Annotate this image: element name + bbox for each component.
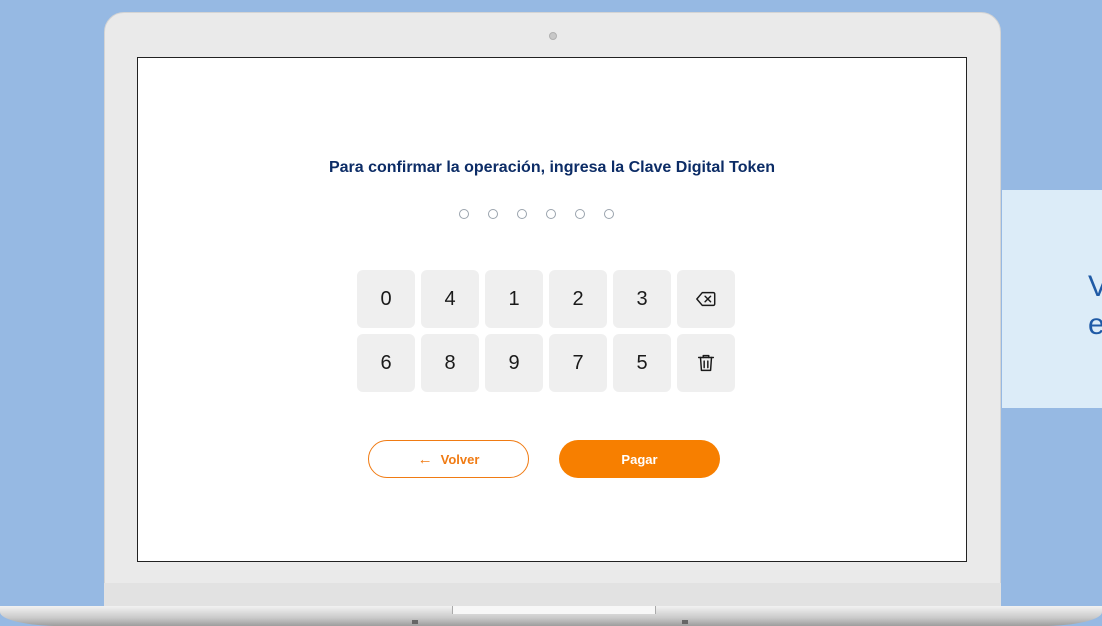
pin-dot bbox=[604, 209, 614, 219]
pin-indicator bbox=[459, 209, 614, 223]
side-panel-text-line-1: V bbox=[1088, 270, 1102, 303]
pin-dot bbox=[546, 209, 556, 219]
pin-dot bbox=[459, 209, 469, 219]
side-info-panel: V e bbox=[1002, 190, 1102, 408]
laptop-foot-right bbox=[682, 620, 688, 624]
page-title: Para confirmar la operación, ingresa la … bbox=[328, 159, 776, 176]
backspace-icon bbox=[696, 291, 716, 307]
laptop-foot-left bbox=[412, 620, 418, 624]
clear-button[interactable] bbox=[677, 334, 735, 392]
key-digit[interactable]: 4 bbox=[421, 270, 479, 328]
webcam-icon bbox=[549, 32, 557, 40]
token-keypad: 0 4 1 2 3 6 8 9 7 5 bbox=[357, 270, 735, 392]
pin-dot bbox=[575, 209, 585, 219]
laptop-hinge-notch bbox=[452, 606, 656, 614]
laptop-screen: Para confirmar la operación, ingresa la … bbox=[137, 57, 967, 562]
backspace-button[interactable] bbox=[677, 270, 735, 328]
back-button[interactable]: ← Volver bbox=[368, 440, 529, 478]
key-digit[interactable]: 9 bbox=[485, 334, 543, 392]
side-panel-text: V e bbox=[1088, 268, 1102, 344]
key-digit[interactable]: 3 bbox=[613, 270, 671, 328]
pin-dot bbox=[488, 209, 498, 219]
key-digit[interactable]: 0 bbox=[357, 270, 415, 328]
side-panel-text-line-2: e bbox=[1088, 308, 1102, 341]
key-digit[interactable]: 7 bbox=[549, 334, 607, 392]
pin-dot bbox=[517, 209, 527, 219]
key-digit[interactable]: 2 bbox=[549, 270, 607, 328]
trash-icon bbox=[697, 354, 715, 372]
pay-button-label: Pagar bbox=[621, 451, 658, 467]
key-digit[interactable]: 5 bbox=[613, 334, 671, 392]
laptop-chin bbox=[104, 583, 1001, 607]
pay-button[interactable]: Pagar bbox=[559, 440, 720, 478]
arrow-left-icon: ← bbox=[417, 450, 433, 468]
key-digit[interactable]: 1 bbox=[485, 270, 543, 328]
key-digit[interactable]: 6 bbox=[357, 334, 415, 392]
back-button-label: Volver bbox=[440, 451, 480, 467]
key-digit[interactable]: 8 bbox=[421, 334, 479, 392]
